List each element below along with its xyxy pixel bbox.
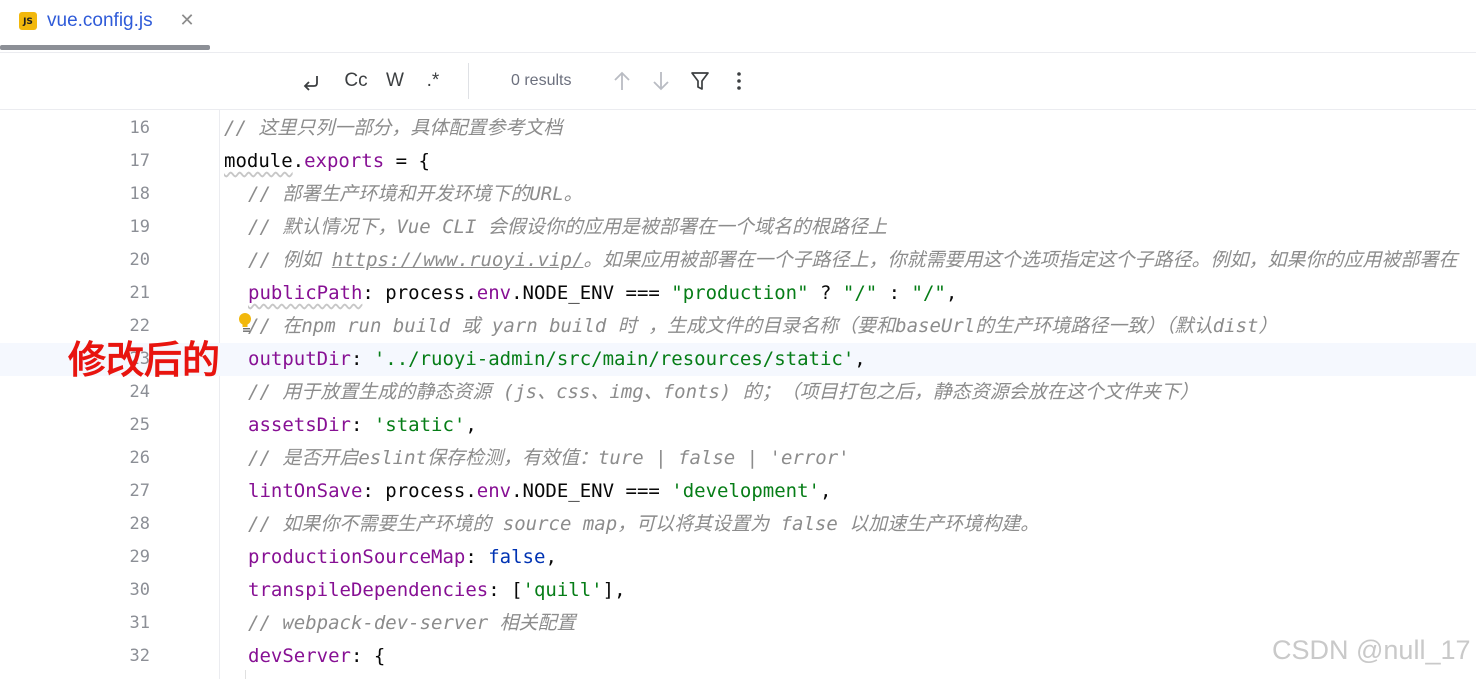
- code-line[interactable]: 20 // 例如 https://www.ruoyi.vip/。如果应用被部署在…: [0, 244, 1476, 277]
- arrow-down-icon: [653, 72, 669, 91]
- line-number: 32: [129, 646, 150, 666]
- line-number: 26: [129, 448, 150, 468]
- red-annotation-label: 修改后的: [68, 338, 221, 382]
- line-number: 27: [129, 481, 150, 501]
- arrow-up-icon: [614, 71, 630, 90]
- watermark: CSDN @null_17: [1272, 635, 1471, 665]
- code-line[interactable]: 31 // webpack-dev-server 相关配置: [0, 607, 1476, 640]
- code-line[interactable]: 19 // 默认情况下，Vue CLI 会假设你的应用是被部署在一个域名的根路径…: [0, 211, 1476, 244]
- code-line[interactable]: 16 // 这里只列一部分，具体配置参考文档: [0, 112, 1476, 145]
- code-text: // 是否开启eslint保存检测，有效值：ture | false | 'er…: [248, 447, 850, 469]
- code-line[interactable]: 24 // 用于放置生成的静态资源 (js、css、img、fonts) 的；（…: [0, 376, 1476, 409]
- match-case-button[interactable]: Cc: [341, 67, 371, 95]
- code-text: devServer: {: [248, 645, 386, 667]
- code-text: publicPath: process.env.NODE_ENV === "pr…: [248, 282, 958, 304]
- code-text: outputDir: '../ruoyi-admin/src/main/reso…: [248, 348, 866, 370]
- regex-button[interactable]: .*: [421, 67, 445, 95]
- line-number: 21: [129, 283, 150, 303]
- code-text: // 用于放置生成的静态资源 (js、css、img、fonts) 的；（项目打…: [248, 381, 1199, 403]
- search-results-count: 0 results: [511, 72, 572, 89]
- line-number: 31: [129, 613, 150, 633]
- more-options-button[interactable]: [729, 67, 749, 95]
- code-text: assetsDir: 'static',: [248, 414, 477, 436]
- line-number: 18: [129, 184, 150, 204]
- code-line[interactable]: 29 productionSourceMap: false,: [0, 541, 1476, 574]
- code-line[interactable]: 30 transpileDependencies: ['quill'],: [0, 574, 1476, 607]
- search-toolbar: Cc W .* 0 results: [0, 53, 1476, 110]
- javascript-file-icon: JS: [19, 12, 37, 30]
- code-line-current[interactable]: 23 outputDir: '../ruoyi-admin/src/main/r…: [0, 343, 1476, 376]
- code-text: productionSourceMap: false,: [248, 546, 557, 568]
- tab-vue-config-js[interactable]: JS vue.config.js ✕: [0, 0, 210, 52]
- code-line[interactable]: 25 assetsDir: 'static',: [0, 409, 1476, 442]
- code-text: lintOnSave: process.env.NODE_ENV === 'de…: [248, 480, 832, 502]
- line-number: 19: [129, 217, 150, 237]
- code-line[interactable]: 32 devServer: {: [0, 640, 1476, 673]
- code-text: // 例如 https://www.ruoyi.vip/。如果应用被部署在一个子…: [248, 249, 1458, 271]
- code-line[interactable]: 17 module.exports = {: [0, 145, 1476, 178]
- code-text: transpileDependencies: ['quill'],: [248, 579, 626, 601]
- close-tab-icon[interactable]: ✕: [178, 9, 196, 31]
- code-text: // webpack-dev-server 相关配置: [248, 612, 576, 634]
- code-text: // 这里只列一部分，具体配置参考文档: [224, 117, 563, 139]
- url-link[interactable]: https://www.ruoyi.vip/: [332, 249, 584, 271]
- line-number: 25: [129, 415, 150, 435]
- tab-label[interactable]: vue.config.js: [47, 10, 153, 32]
- code-text: // 默认情况下，Vue CLI 会假设你的应用是被部署在一个域名的根路径上: [248, 216, 887, 238]
- active-tab-indicator: [0, 45, 210, 50]
- line-number: 17: [129, 151, 150, 171]
- code-line[interactable]: 21 publicPath: process.env.NODE_ENV === …: [0, 277, 1476, 310]
- code-editor[interactable]: 16 // 这里只列一部分，具体配置参考文档 17 module.exports…: [0, 110, 1476, 679]
- line-number: 30: [129, 580, 150, 600]
- code-text: // 部署生产环境和开发环境下的URL。: [248, 183, 583, 205]
- more-vertical-icon: [737, 72, 741, 90]
- indent-guide: [245, 670, 246, 679]
- code-line[interactable]: 28 // 如果你不需要生产环境的 source map，可以将其设置为 fal…: [0, 508, 1476, 541]
- line-number: 20: [129, 250, 150, 270]
- line-number: 28: [129, 514, 150, 534]
- next-occurrence-button[interactable]: [650, 67, 672, 95]
- code-line[interactable]: 18 // 部署生产环境和开发环境下的URL。: [0, 178, 1476, 211]
- toolbar-separator: [468, 63, 469, 99]
- previous-occurrence-button[interactable]: [611, 67, 633, 95]
- code-text: module.exports = {: [224, 150, 430, 172]
- filter-icon: [691, 72, 709, 90]
- return-arrow-icon: [303, 76, 318, 91]
- code-line[interactable]: 27 lintOnSave: process.env.NODE_ENV === …: [0, 475, 1476, 508]
- preserve-case-icon[interactable]: [299, 67, 325, 95]
- code-line[interactable]: 26 // 是否开启eslint保存检测，有效值：ture | false | …: [0, 442, 1476, 475]
- editor-tab-bar: JS vue.config.js ✕: [0, 0, 1476, 53]
- code-text: // 如果你不需要生产环境的 source map，可以将其设置为 false …: [248, 513, 1040, 535]
- line-number: 29: [129, 547, 150, 567]
- filter-button[interactable]: [689, 67, 711, 95]
- code-line[interactable]: 22 // 在npm run build 或 yarn build 时 ，生成文…: [0, 310, 1476, 343]
- line-number: 16: [129, 118, 150, 138]
- intention-lightbulb-icon[interactable]: [236, 310, 254, 343]
- whole-words-button[interactable]: W: [383, 67, 407, 95]
- code-text: // 在npm run build 或 yarn build 时 ，生成文件的目…: [248, 315, 1278, 337]
